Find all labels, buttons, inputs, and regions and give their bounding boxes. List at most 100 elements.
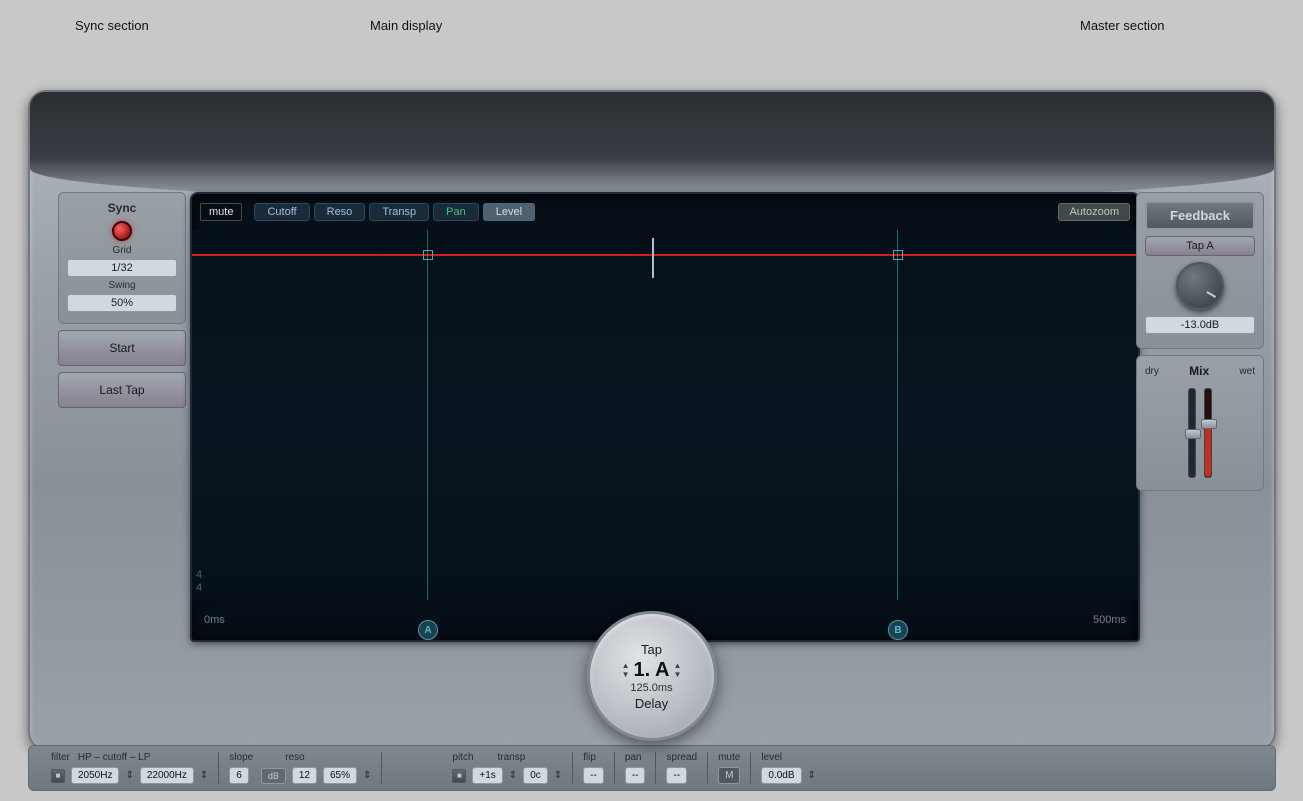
sync-section-label: Sync section <box>75 18 149 33</box>
time-signature: 44 <box>196 569 202 595</box>
slope-label: slope <box>229 752 253 763</box>
tap-main-display: ▲▼ 1. A ▲▼ <box>622 659 682 682</box>
control-point-b[interactable] <box>893 250 903 260</box>
pan-val[interactable]: -- <box>625 767 646 784</box>
slope-values: 6 dB 12 65% ⇕ <box>229 767 371 784</box>
pan-button[interactable]: Pan <box>433 203 479 221</box>
tap-main-value: 1. A <box>634 659 670 682</box>
sync-panel: Sync Grid 1/32 Swing 50% <box>58 192 186 324</box>
filter-high-hz[interactable]: 22000Hz <box>140 767 194 784</box>
marker-b[interactable]: B <box>888 620 908 640</box>
slope-section: slope reso 6 dB 12 65% ⇕ <box>219 752 382 784</box>
reso-val[interactable]: 65% <box>323 767 357 784</box>
pitch-section: pitch transp ■ +1s ⇕ 0c ⇕ <box>442 752 573 784</box>
flip-label: flip <box>583 752 596 763</box>
level-header: level <box>761 752 816 763</box>
reso-label: reso <box>285 752 304 763</box>
transp-arrow: ⇕ <box>554 770 562 781</box>
top-curve <box>30 92 1274 202</box>
pan-values: -- <box>625 767 646 784</box>
wet-fader-track <box>1204 388 1212 478</box>
tap-a-button[interactable]: Tap A <box>1145 236 1255 256</box>
filter-label: filter <box>51 752 70 763</box>
filter-values: ■ 2050Hz ⇕ 22000Hz ⇕ <box>51 767 208 784</box>
feedback-panel: Feedback Tap A -13.0dB <box>1136 192 1264 349</box>
db-display: -13.0dB <box>1145 316 1255 334</box>
spread-val[interactable]: -- <box>666 767 687 784</box>
spread-values: -- <box>666 767 697 784</box>
pitch-arrow: ⇕ <box>509 770 517 781</box>
master-section-label: Master section <box>1080 18 1165 33</box>
time-start: 0ms <box>204 614 225 626</box>
pitch-power-icon[interactable]: ■ <box>452 769 466 783</box>
slope-header: slope reso <box>229 752 371 763</box>
display-content <box>192 230 1138 600</box>
transp-val[interactable]: 0c <box>523 767 548 784</box>
sync-led[interactable] <box>112 221 132 241</box>
grid-label: Grid <box>67 245 177 256</box>
tap-arrows2: ▲▼ <box>673 661 681 679</box>
mute-section: mute M <box>708 752 751 784</box>
wet-label: wet <box>1239 366 1255 377</box>
level-param-label: level <box>761 752 782 763</box>
grid-value[interactable]: 1/32 <box>67 259 177 277</box>
filter-low-hz[interactable]: 2050Hz <box>71 767 119 784</box>
spread-header: spread <box>666 752 697 763</box>
mute-label: mute <box>200 203 242 221</box>
pan-label: pan <box>625 752 642 763</box>
mute-header: mute <box>718 752 740 763</box>
last-tap-button[interactable]: Last Tap <box>58 372 186 408</box>
reso-arrow: ⇕ <box>363 770 371 781</box>
mix-section: dry Mix wet <box>1136 355 1264 491</box>
filter-arrow: ⇕ <box>125 770 133 781</box>
main-display-label: Main display <box>370 18 442 33</box>
feedback-button[interactable]: Feedback <box>1145 201 1255 230</box>
main-display: mute Cutoff Reso Transp Pan Level Autozo… <box>190 192 1140 642</box>
playhead <box>652 238 654 278</box>
level-val[interactable]: 0.0dB <box>761 767 801 784</box>
filter-power-icon[interactable]: ■ <box>51 769 65 783</box>
feedback-knob[interactable] <box>1176 262 1224 310</box>
mix-faders <box>1145 382 1255 482</box>
reso-button[interactable]: Reso <box>314 203 366 221</box>
dry-label: dry <box>1145 366 1159 377</box>
slope-db-val3[interactable]: 12 <box>292 767 317 784</box>
pitch-val[interactable]: +1s <box>472 767 502 784</box>
spread-label: spread <box>666 752 697 763</box>
pitch-label: pitch <box>452 752 473 763</box>
flip-section: flip -- <box>573 752 615 784</box>
transp-label: transp <box>498 752 526 763</box>
mute-val[interactable]: M <box>718 767 740 784</box>
bottom-bar: filter HP – cutoff – LP ■ 2050Hz ⇕ 22000… <box>28 745 1276 791</box>
filter-type: HP – cutoff – LP <box>78 752 150 763</box>
filter-header: filter HP – cutoff – LP <box>51 752 208 763</box>
pan-section: pan -- <box>615 752 657 784</box>
red-line <box>192 254 1138 256</box>
flip-values: -- <box>583 767 604 784</box>
swing-value[interactable]: 50% <box>67 294 177 312</box>
marker-a[interactable]: A <box>418 620 438 640</box>
wet-fader-handle[interactable] <box>1201 419 1217 429</box>
level-values: 0.0dB ⇕ <box>761 767 816 784</box>
tap-circle[interactable]: Tap ▲▼ 1. A ▲▼ 125.0ms Delay <box>587 611 717 741</box>
slope-db-val2[interactable]: dB <box>261 768 286 784</box>
flip-val[interactable]: -- <box>583 767 604 784</box>
tap-arrows: ▲▼ <box>622 661 630 679</box>
transp-button[interactable]: Transp <box>369 203 429 221</box>
dry-fader-handle[interactable] <box>1185 429 1201 439</box>
control-point-a[interactable] <box>423 250 433 260</box>
tap-bottom-label: Delay <box>635 696 668 711</box>
start-button[interactable]: Start <box>58 330 186 366</box>
mute-values: M <box>718 767 740 784</box>
autozoom-button[interactable]: Autozoom <box>1058 203 1130 221</box>
tap-line-a <box>427 230 428 600</box>
sync-section: Sync Grid 1/32 Swing 50% Start Last Tap <box>58 192 186 642</box>
slope-db-val[interactable]: 6 <box>229 767 249 784</box>
mix-title: Mix <box>1189 364 1209 378</box>
mute-param-label: mute <box>718 752 740 763</box>
level-button[interactable]: Level <box>483 203 535 221</box>
tap-top-label: Tap <box>641 642 662 657</box>
cutoff-button[interactable]: Cutoff <box>254 203 309 221</box>
pitch-values: ■ +1s ⇕ 0c ⇕ <box>452 767 562 784</box>
swing-label: Swing <box>67 280 177 291</box>
